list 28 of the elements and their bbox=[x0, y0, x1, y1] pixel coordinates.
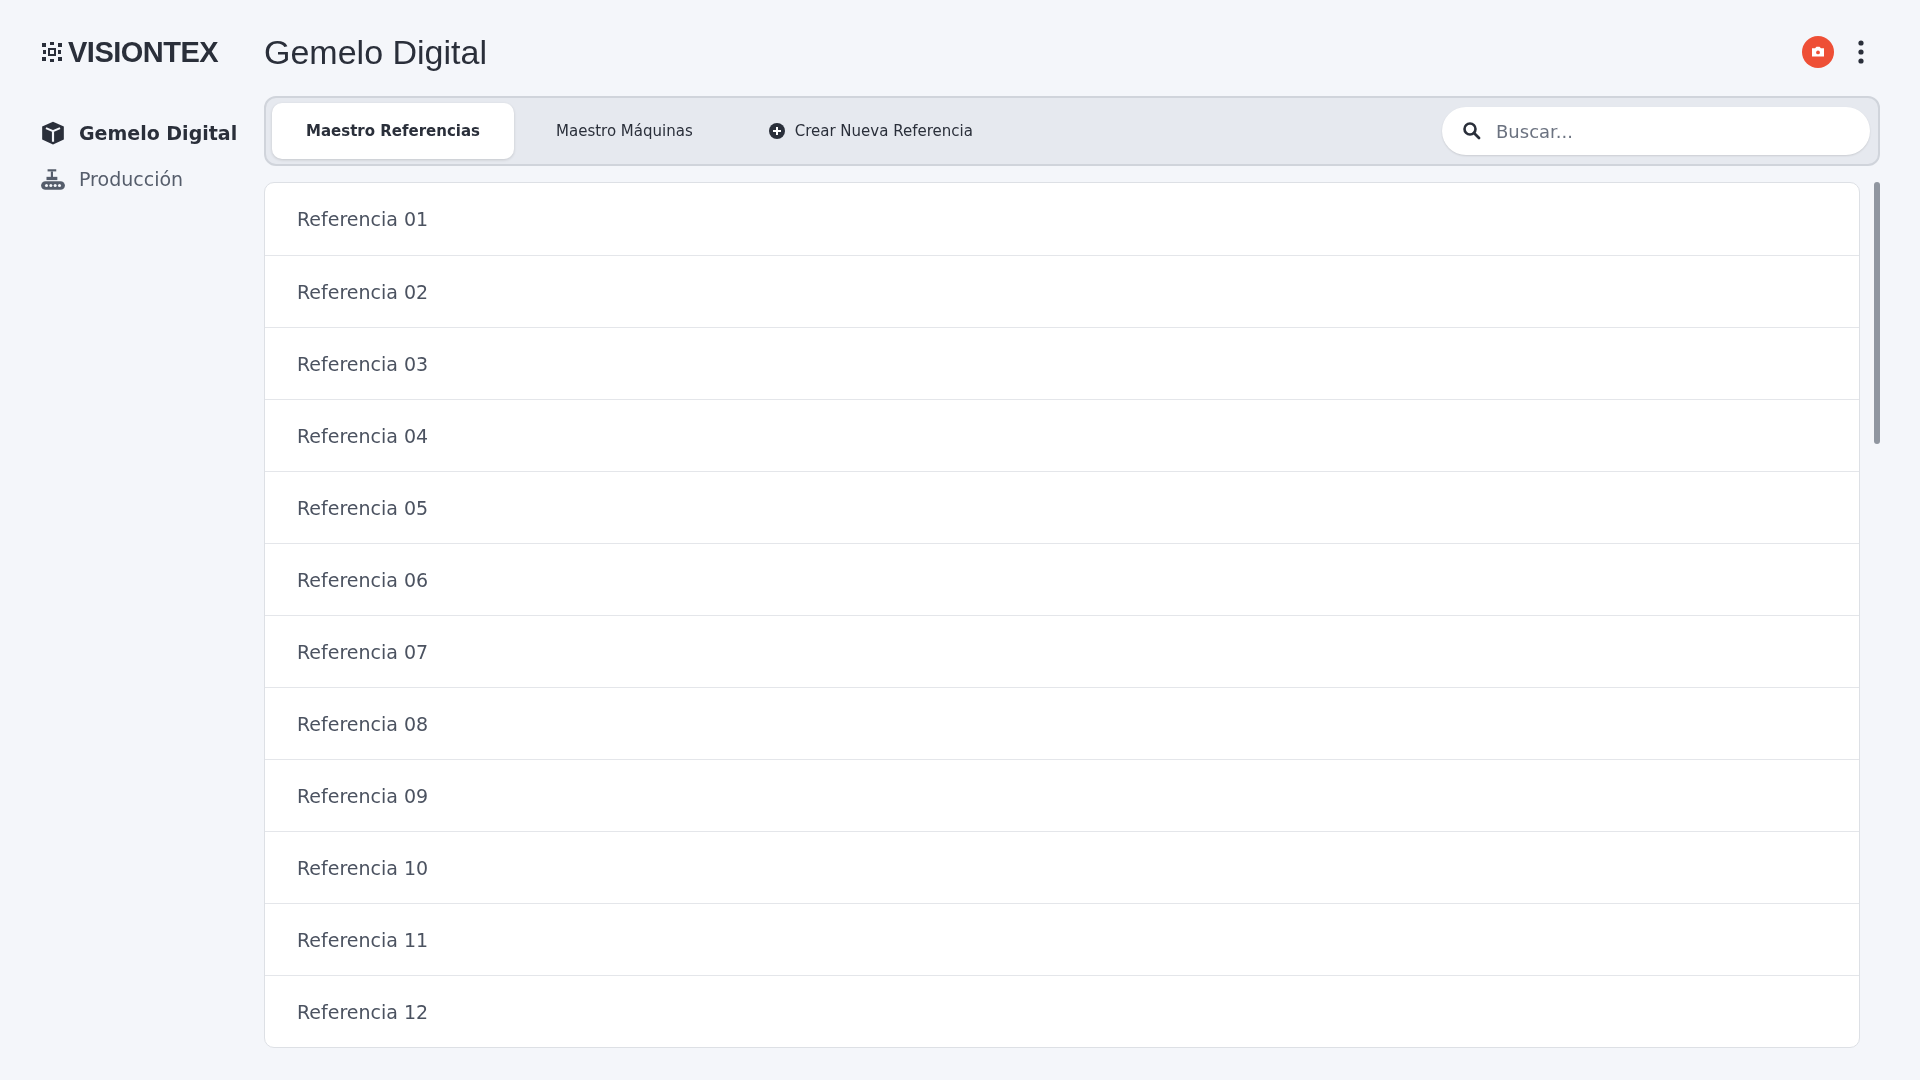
reference-list-item[interactable]: Referencia 11 bbox=[265, 903, 1859, 975]
conveyor-icon bbox=[40, 166, 66, 192]
reference-list-item[interactable]: Referencia 02 bbox=[265, 255, 1859, 327]
search-field[interactable]: Buscar... bbox=[1442, 107, 1870, 155]
page-title: Gemelo Digital bbox=[264, 32, 487, 72]
tab[interactable]: Maestro Referencias bbox=[272, 103, 514, 159]
brand-name: VISIONTEX bbox=[68, 35, 219, 69]
more-icon bbox=[1858, 40, 1864, 64]
camera-button[interactable] bbox=[1802, 36, 1834, 68]
scrollbar-thumb[interactable] bbox=[1874, 182, 1880, 444]
reference-list-item[interactable]: Referencia 03 bbox=[265, 327, 1859, 399]
sidebar-item[interactable]: Gemelo Digital bbox=[40, 120, 264, 146]
reference-list-item[interactable]: Referencia 12 bbox=[265, 975, 1859, 1047]
reference-list-item[interactable]: Referencia 08 bbox=[265, 687, 1859, 759]
reference-list-item[interactable]: Referencia 07 bbox=[265, 615, 1859, 687]
create-reference-button[interactable]: Crear Nueva Referencia bbox=[734, 103, 1007, 159]
sidebar-item[interactable]: Producción bbox=[40, 166, 264, 192]
logo-icon bbox=[40, 40, 64, 64]
plus-circle-icon bbox=[768, 123, 785, 139]
more-options-button[interactable] bbox=[1858, 40, 1864, 64]
reference-list-item[interactable]: Referencia 04 bbox=[265, 399, 1859, 471]
tab[interactable]: Maestro Máquinas bbox=[522, 103, 727, 159]
reference-list-item[interactable]: Referencia 06 bbox=[265, 543, 1859, 615]
reference-list-item[interactable]: Referencia 10 bbox=[265, 831, 1859, 903]
reference-list-item[interactable]: Referencia 05 bbox=[265, 471, 1859, 543]
reference-list-item[interactable]: Referencia 09 bbox=[265, 759, 1859, 831]
reference-list-item[interactable]: Referencia 01 bbox=[265, 183, 1859, 255]
cube-icon bbox=[40, 120, 66, 146]
